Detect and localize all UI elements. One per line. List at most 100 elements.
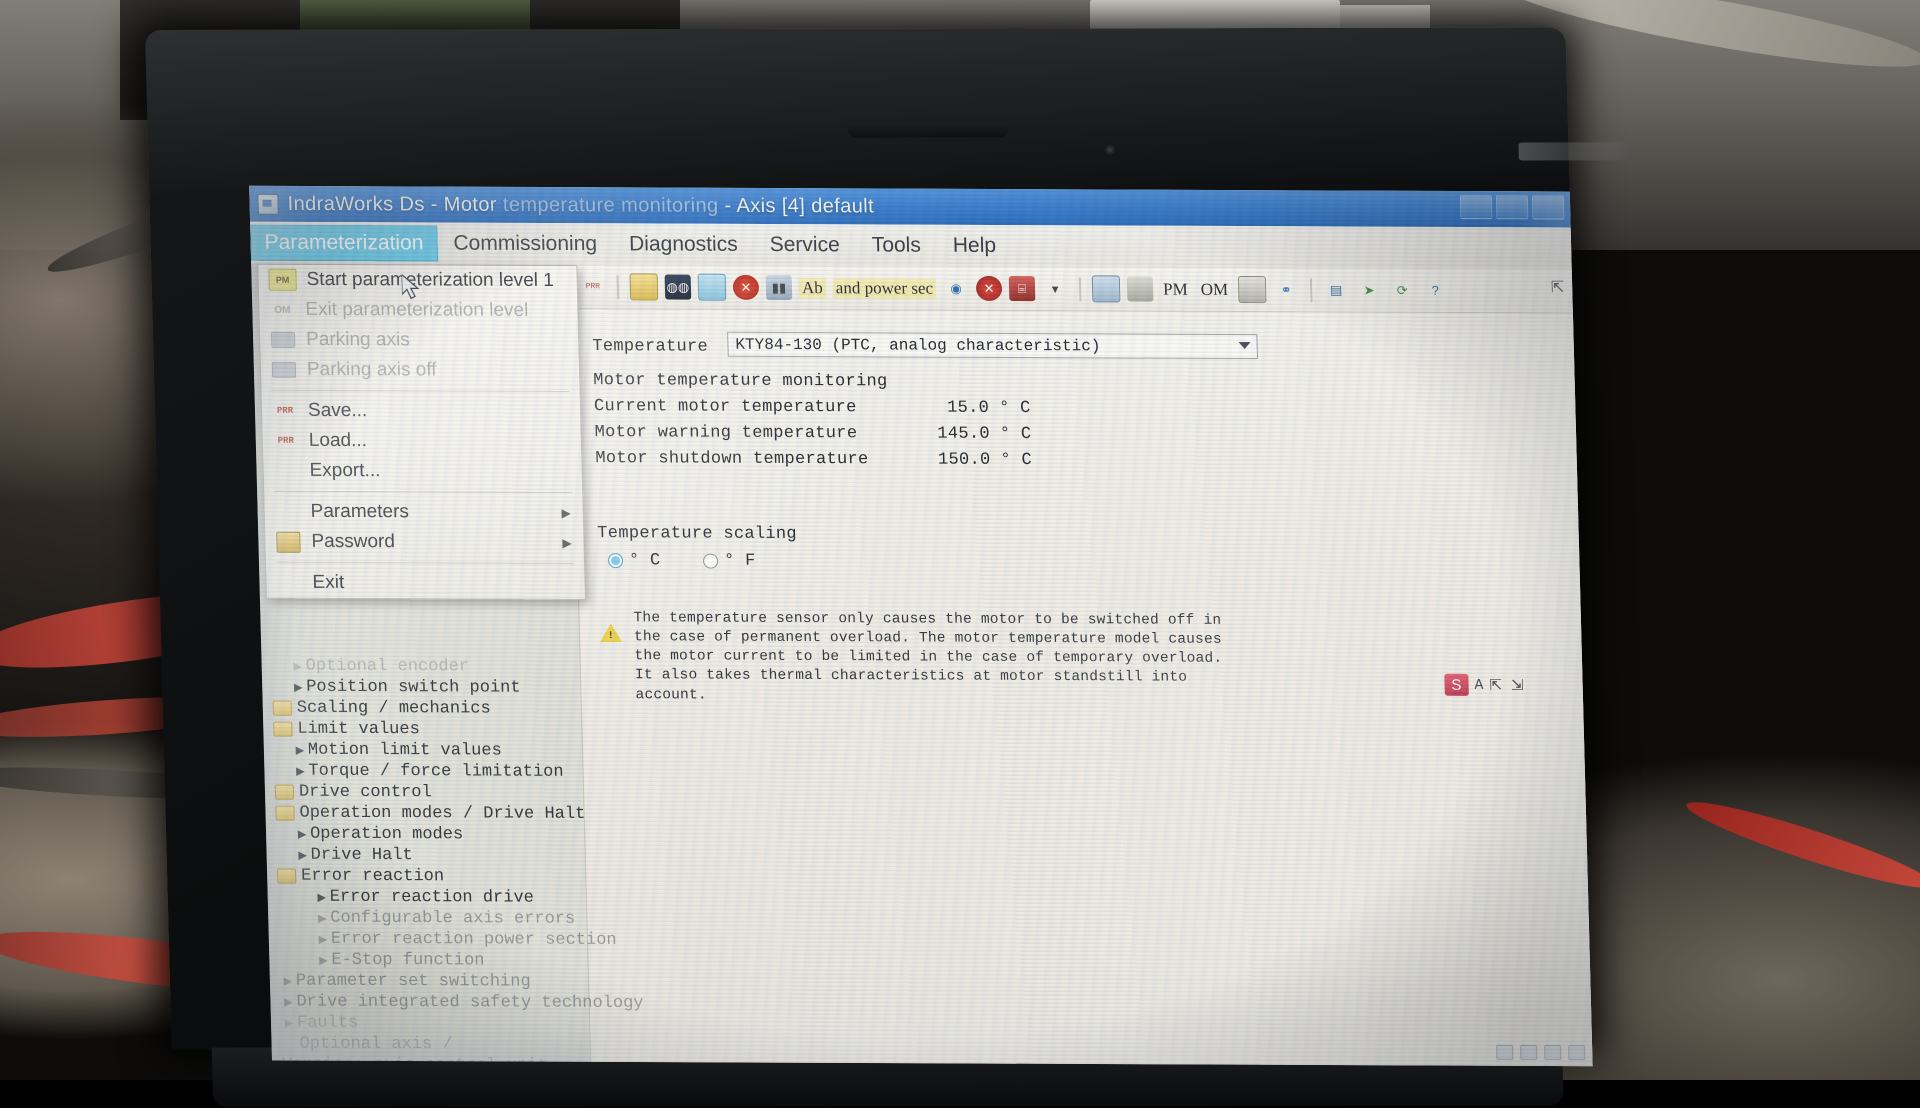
nav-icon[interactable]: ⇱ [1551, 277, 1565, 297]
layers-icon[interactable]: ▤ [1323, 277, 1350, 302]
tree-item[interactable]: ▶ Configurable axis errors [274, 908, 585, 930]
error-circle-icon[interactable]: ✕ [975, 275, 1003, 301]
tree-item-label: Motion limit values [307, 740, 503, 761]
row-current-value: 15.0 [869, 398, 990, 418]
tree-item[interactable]: Operation modes / Drive Halt [271, 803, 586, 825]
radio-fahrenheit-icon[interactable] [702, 553, 719, 569]
menu-divider [271, 389, 570, 393]
expand-arrow-icon[interactable]: ▶ [280, 995, 296, 1009]
row-shutdown-value[interactable]: 150.0 [870, 450, 991, 470]
parameterization-menu-popup[interactable]: PM Start parameterization level 1 OM Exi… [257, 263, 587, 601]
minimize-button[interactable] [1459, 195, 1493, 220]
tree-item[interactable]: ▶ Drive integrated safety technology [276, 991, 644, 1014]
tree-item[interactable]: ▶ Faults [277, 1012, 588, 1034]
scaling-option-fahrenheit[interactable]: ° F [702, 551, 756, 571]
expand-arrow-icon[interactable]: ▶ [314, 911, 330, 925]
expand-arrow-icon[interactable]: ▶ [314, 890, 330, 904]
binoculars-icon[interactable]: ◍◍ [664, 274, 692, 300]
chevron-down-icon[interactable]: ▾ [1042, 276, 1069, 301]
keyboard-icon[interactable] [1496, 1044, 1514, 1060]
refresh-icon[interactable]: ⟳ [1389, 278, 1416, 303]
expand-arrow-icon[interactable]: ▶ [281, 1016, 297, 1030]
menu-password[interactable]: Password ▶ [265, 527, 584, 558]
motor-warning-temperature-value: 145.0 [937, 424, 991, 444]
prr-icon[interactable]: PRR [580, 274, 607, 299]
radio-celsius-icon[interactable] [607, 553, 624, 569]
expand-arrow-icon[interactable]: ▶ [294, 848, 310, 862]
globe-icon[interactable]: ◉ [943, 276, 970, 301]
disk-icon[interactable] [1126, 276, 1154, 302]
menu-diagnostics[interactable]: Diagnostics [613, 228, 754, 261]
expand-arrow-icon[interactable]: ▶ [315, 932, 331, 946]
maximize-button[interactable] [1495, 195, 1529, 220]
tree-item[interactable]: Error reaction [273, 866, 584, 888]
tree-item[interactable]: ▶ E-Stop function [275, 950, 586, 972]
menu-tools[interactable]: Tools [855, 229, 937, 261]
chevron-down-icon[interactable] [1238, 341, 1251, 350]
toolbar-label-power[interactable]: and power sec [832, 277, 937, 299]
expand-arrow-icon[interactable]: ▶ [292, 743, 308, 757]
tree-item[interactable]: ▶ Operation modes [272, 824, 583, 846]
menu-parking-axis-off[interactable]: Parking axis off [261, 355, 580, 386]
tree-item[interactable]: ▶ Torque / force limitation [270, 761, 581, 783]
navigation-tree[interactable]: ▶ Optional encoder ▶ Position switch point S… [267, 656, 644, 1066]
grid-icon[interactable] [1237, 276, 1267, 304]
microphone-slot [847, 123, 1009, 138]
tree-item[interactable]: ▶ Optional encoder [267, 656, 578, 678]
tree-item[interactable]: Scaling / mechanics [269, 698, 580, 720]
menu-export[interactable]: Export... [263, 456, 582, 487]
tree-item[interactable]: ▶ Position switch point [268, 677, 579, 699]
scaling-option-celsius[interactable]: ° C [607, 551, 661, 570]
menu-save[interactable]: PRR Save... [262, 396, 581, 427]
tree-item[interactable]: ▶ Drive Halt [272, 845, 583, 867]
expand-arrow-icon[interactable]: ▶ [290, 659, 306, 673]
link-icon[interactable]: ⚭ [1273, 277, 1300, 302]
tree-item[interactable]: ▶ Motion limit values [270, 740, 581, 762]
tree-item[interactable]: ▶ Error reaction power section [275, 929, 616, 951]
tree-item[interactable]: ▶ Error reaction drive [273, 887, 584, 909]
scaling-fahrenheit-label: ° F [723, 551, 756, 571]
help-icon[interactable]: ? [1422, 278, 1449, 303]
window-icon[interactable] [1091, 275, 1121, 303]
expand-arrow-icon[interactable]: ▶ [290, 680, 306, 694]
toolbar-label-pm[interactable]: PM [1160, 279, 1191, 299]
tree-item[interactable]: ▶ Parameter set switching [276, 970, 587, 992]
menu-parameterization[interactable]: Parameterization [250, 224, 438, 262]
tree-item[interactable]: Optional axis / [277, 1033, 588, 1055]
menu-item-label: Parking axis off [306, 358, 437, 381]
menu-parking-axis[interactable]: Parking axis [260, 325, 579, 356]
toolbar-label-om[interactable]: OM [1197, 279, 1231, 299]
sensor-type-select[interactable]: KTY84-130 (PTC, analog characteristic) [727, 331, 1258, 360]
tree-item[interactable]: Limit values [269, 719, 580, 741]
status-badge-text: A [1474, 676, 1484, 694]
tree-item[interactable]: Drive control [271, 782, 582, 804]
menu-exit[interactable]: Exit [266, 568, 585, 599]
clock-icon[interactable] [1568, 1045, 1586, 1061]
error-stop-icon[interactable]: ✕ [732, 274, 760, 300]
volume-icon[interactable] [1544, 1044, 1562, 1061]
expand-arrow-icon[interactable]: ▶ [294, 827, 310, 841]
expand-arrow-icon[interactable]: ▶ [292, 764, 308, 778]
toolbar[interactable]: PRR ◍◍ ✕ ▮▮ Ab and power sec ◉ ✕ ⌸ ▾ PM … [569, 265, 1573, 314]
toolbar-label-ab[interactable]: Ab [798, 277, 827, 298]
network-icon[interactable] [1520, 1044, 1538, 1060]
row-warning-value[interactable]: 145.0 [870, 424, 991, 444]
close-button[interactable] [1531, 195, 1565, 220]
drive-icon[interactable]: ⌸ [1008, 276, 1036, 302]
current-motor-temperature-value: 15.0 [946, 398, 990, 418]
menu-commissioning[interactable]: Commissioning [437, 228, 613, 261]
expand-arrow-icon[interactable]: ▶ [315, 953, 331, 967]
warning-note-text: The temperature sensor only causes the m… [633, 610, 1223, 704]
window-controls[interactable] [1459, 195, 1565, 220]
green-arrow-icon[interactable]: ➤ [1356, 278, 1383, 303]
expand-arrow-icon[interactable]: ▶ [280, 974, 296, 988]
menu-help[interactable]: Help [936, 230, 1012, 262]
table-icon[interactable] [697, 273, 727, 301]
system-tray[interactable] [1496, 1044, 1586, 1061]
menu-load[interactable]: PRR Load... [262, 426, 581, 457]
menubar[interactable]: Parameterization Commissioning Diagnosti… [250, 221, 1572, 271]
menu-service[interactable]: Service [753, 229, 856, 261]
menu-parameters[interactable]: Parameters ▶ [264, 497, 583, 528]
chart-bars-icon[interactable]: ▮▮ [765, 274, 793, 301]
folder-yellow-icon[interactable] [629, 273, 659, 301]
